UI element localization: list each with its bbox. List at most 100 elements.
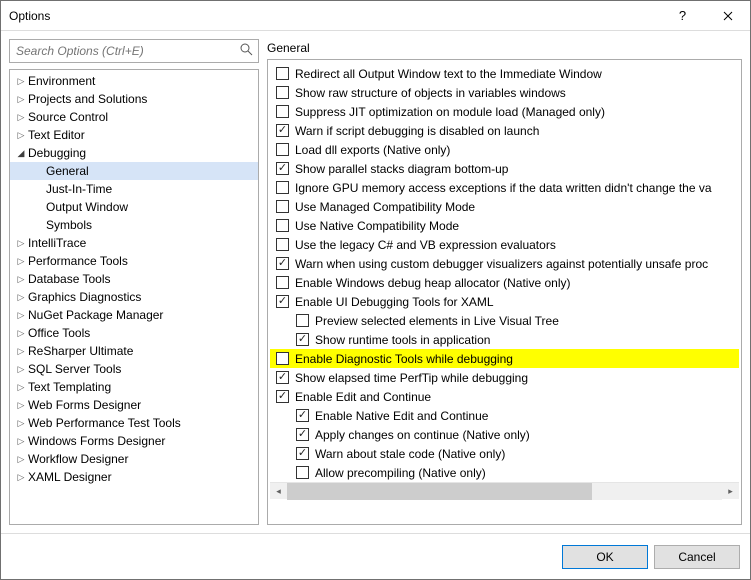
checkbox[interactable] [276,371,289,384]
checkbox[interactable] [276,181,289,194]
chevron-right-icon[interactable]: ▷ [14,274,28,285]
chevron-right-icon[interactable]: ▷ [14,454,28,465]
search-icon[interactable] [238,43,254,59]
ok-button[interactable]: OK [562,545,648,569]
scroll-left-button[interactable]: ◂ [270,483,287,500]
tree-item[interactable]: ▷SQL Server Tools [10,360,258,378]
checkbox[interactable] [276,276,289,289]
tree-item[interactable]: ▷Performance Tools [10,252,258,270]
chevron-right-icon[interactable]: ▷ [14,256,28,267]
checkbox[interactable] [276,143,289,156]
chevron-right-icon[interactable]: ▷ [14,346,28,357]
option-row[interactable]: Show raw structure of objects in variabl… [270,83,739,102]
chevron-right-icon[interactable]: ▷ [14,382,28,393]
chevron-right-icon[interactable]: ▷ [14,238,28,249]
option-row[interactable]: Redirect all Output Window text to the I… [270,64,739,83]
horizontal-scrollbar[interactable]: ◂ ▸ [270,482,739,499]
checkbox[interactable] [296,447,309,460]
option-row[interactable]: Enable Diagnostic Tools while debugging [270,349,739,368]
close-button[interactable] [705,1,750,30]
checkbox[interactable] [276,124,289,137]
option-row[interactable]: Show elapsed time PerfTip while debuggin… [270,368,739,387]
checkbox[interactable] [276,352,289,365]
option-row[interactable]: Load dll exports (Native only) [270,140,739,159]
checkbox[interactable] [276,67,289,80]
checkbox[interactable] [276,162,289,175]
scroll-track[interactable] [287,483,722,500]
category-tree[interactable]: ▷Environment▷Projects and Solutions▷Sour… [9,69,259,525]
tree-item[interactable]: ▷XAML Designer [10,468,258,486]
tree-item[interactable]: ▷Source Control [10,108,258,126]
checkbox[interactable] [276,200,289,213]
option-row[interactable]: Apply changes on continue (Native only) [270,425,739,444]
tree-item[interactable]: ▷Symbols [10,216,258,234]
option-row[interactable]: Warn when using custom debugger visualiz… [270,254,739,273]
chevron-down-icon[interactable]: ◢ [14,148,28,159]
checkbox[interactable] [276,257,289,270]
option-row[interactable]: Use the legacy C# and VB expression eval… [270,235,739,254]
option-row[interactable]: Show parallel stacks diagram bottom-up [270,159,739,178]
chevron-right-icon[interactable]: ▷ [14,76,28,87]
chevron-right-icon[interactable]: ▷ [14,436,28,447]
tree-item[interactable]: ▷ReSharper Ultimate [10,342,258,360]
tree-item[interactable]: ▷Workflow Designer [10,450,258,468]
tree-item[interactable]: ▷Windows Forms Designer [10,432,258,450]
option-row[interactable]: Enable UI Debugging Tools for XAML [270,292,739,311]
tree-item[interactable]: ▷NuGet Package Manager [10,306,258,324]
checkbox[interactable] [296,428,309,441]
help-button[interactable]: ? [660,1,705,30]
chevron-right-icon[interactable]: ▷ [14,418,28,429]
option-row[interactable]: Ignore GPU memory access exceptions if t… [270,178,739,197]
scroll-right-button[interactable]: ▸ [722,483,739,500]
checkbox[interactable] [296,409,309,422]
search-input[interactable] [14,43,238,59]
option-row[interactable]: Allow precompiling (Native only) [270,463,739,482]
tree-item[interactable]: ▷Environment [10,72,258,90]
tree-item[interactable]: ▷Text Editor [10,126,258,144]
checkbox[interactable] [276,219,289,232]
tree-item[interactable]: ▷Web Performance Test Tools [10,414,258,432]
tree-item[interactable]: ▷General [10,162,258,180]
chevron-right-icon[interactable]: ▷ [14,130,28,141]
scroll-thumb[interactable] [287,483,592,500]
chevron-right-icon[interactable]: ▷ [14,364,28,375]
checkbox[interactable] [296,333,309,346]
search-box[interactable] [9,39,259,63]
option-row[interactable]: Enable Edit and Continue [270,387,739,406]
checkbox[interactable] [276,295,289,308]
tree-item[interactable]: ▷Text Templating [10,378,258,396]
checkbox[interactable] [276,86,289,99]
options-panel[interactable]: Redirect all Output Window text to the I… [267,59,742,525]
tree-item[interactable]: ▷Just-In-Time [10,180,258,198]
tree-item[interactable]: ▷Output Window [10,198,258,216]
tree-item[interactable]: ▷Database Tools [10,270,258,288]
tree-item[interactable]: ◢Debugging [10,144,258,162]
chevron-right-icon[interactable]: ▷ [14,400,28,411]
chevron-right-icon[interactable]: ▷ [14,472,28,483]
option-row[interactable]: Warn about stale code (Native only) [270,444,739,463]
checkbox[interactable] [276,105,289,118]
checkbox[interactable] [296,466,309,479]
checkbox[interactable] [296,314,309,327]
chevron-right-icon[interactable]: ▷ [14,292,28,303]
tree-item[interactable]: ▷IntelliTrace [10,234,258,252]
tree-item[interactable]: ▷Graphics Diagnostics [10,288,258,306]
option-row[interactable]: Use Native Compatibility Mode [270,216,739,235]
tree-item[interactable]: ▷Projects and Solutions [10,90,258,108]
chevron-right-icon[interactable]: ▷ [14,112,28,123]
option-row[interactable]: Enable Windows debug heap allocator (Nat… [270,273,739,292]
option-row[interactable]: Preview selected elements in Live Visual… [270,311,739,330]
option-row[interactable]: Warn if script debugging is disabled on … [270,121,739,140]
chevron-right-icon[interactable]: ▷ [14,310,28,321]
cancel-button[interactable]: Cancel [654,545,740,569]
checkbox[interactable] [276,390,289,403]
option-row[interactable]: Suppress JIT optimization on module load… [270,102,739,121]
checkbox[interactable] [276,238,289,251]
option-row[interactable]: Use Managed Compatibility Mode [270,197,739,216]
tree-item[interactable]: ▷Office Tools [10,324,258,342]
tree-item[interactable]: ▷Web Forms Designer [10,396,258,414]
option-row[interactable]: Enable Native Edit and Continue [270,406,739,425]
option-row[interactable]: Show runtime tools in application [270,330,739,349]
chevron-right-icon[interactable]: ▷ [14,94,28,105]
chevron-right-icon[interactable]: ▷ [14,328,28,339]
